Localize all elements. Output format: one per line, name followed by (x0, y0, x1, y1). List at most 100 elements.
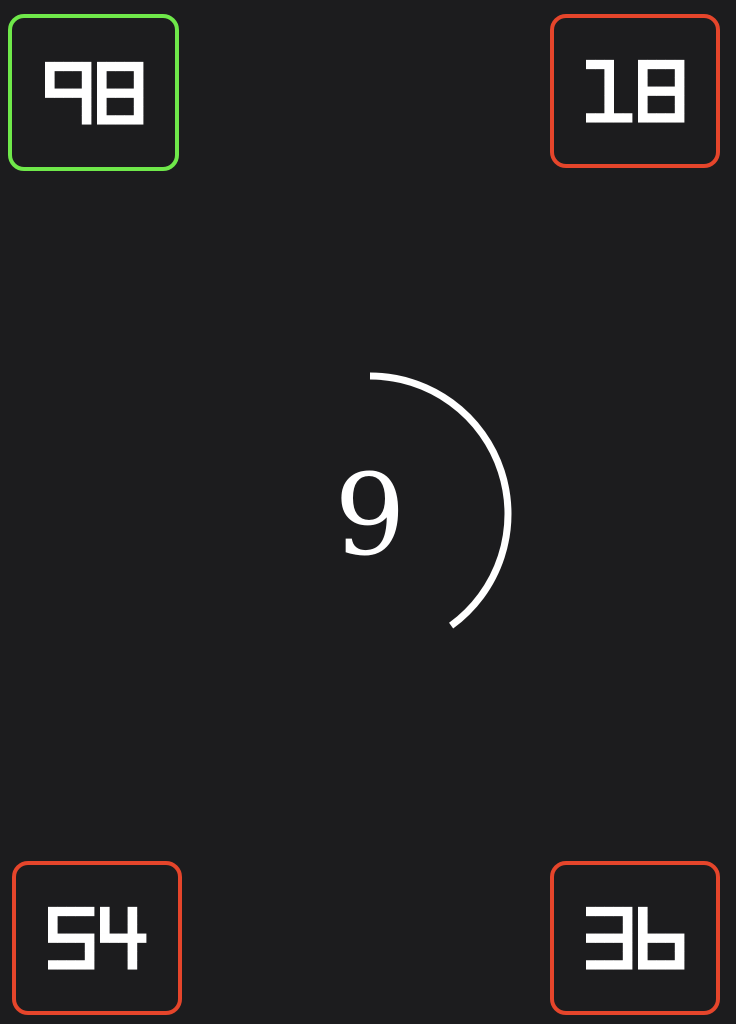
pixel-cell (604, 104, 614, 114)
pixel-cell (136, 933, 147, 943)
pixel-cell (81, 79, 91, 89)
pixel-cell (674, 95, 685, 105)
pixel-cell (114, 61, 125, 71)
pixel-cell (96, 105, 107, 116)
pixel-cell (44, 79, 55, 89)
pixel-cell (613, 906, 624, 917)
question-number: 9 (334, 451, 406, 581)
pixel-cell (100, 906, 110, 917)
pixel-cell (638, 77, 648, 87)
pixel-cell (665, 59, 676, 70)
pixel-cell (604, 906, 614, 917)
pixel-cell (133, 114, 143, 125)
pixel-cell (613, 960, 624, 970)
pixel-cell (75, 933, 86, 943)
answer-value: 18 (554, 18, 555, 19)
pixel-cell (595, 906, 605, 917)
pixel-cell (604, 960, 614, 970)
pixel-cell (604, 59, 614, 70)
pixel-cell (109, 933, 119, 943)
pixel-cell (133, 61, 143, 71)
pixel-cell (674, 104, 685, 114)
pixel-cell (638, 59, 648, 70)
pixel-cell (665, 113, 676, 123)
answer-value: 98 (12, 18, 13, 19)
pixel-cell (638, 86, 648, 96)
pixel-cell (665, 86, 676, 96)
pixel-cell (127, 924, 138, 934)
pixel-cell (638, 906, 648, 917)
pixel-cell (48, 933, 58, 943)
pixel-digits (44, 61, 143, 125)
pixel-cell (48, 906, 58, 917)
pixel-cell (674, 77, 685, 87)
pixel-cell (81, 70, 91, 80)
pixel-cell (595, 960, 605, 970)
pixel-cell (72, 88, 82, 98)
pixel-cell (100, 924, 110, 934)
answer-tile-top-right[interactable]: 18 (550, 14, 720, 168)
pixel-cell (674, 951, 685, 961)
pixel-cell (656, 960, 666, 970)
pixel-cell (127, 915, 138, 926)
pixel-cell (656, 933, 666, 943)
pixel-cell (604, 77, 614, 87)
pixel-cell (638, 933, 648, 943)
pixel-cell (674, 68, 685, 79)
pixel-cell (81, 96, 91, 107)
pixel-cell (638, 95, 648, 105)
pixel-digits (586, 906, 685, 970)
pixel-cell (127, 933, 138, 943)
answer-tile-bottom-left[interactable]: 54 (12, 861, 182, 1015)
pixel-cell (604, 86, 614, 96)
pixel-cell (124, 61, 134, 71)
pixel-cell (84, 942, 95, 952)
pixel-cell (665, 960, 676, 970)
pixel-cell (96, 79, 107, 89)
pixel-cell (57, 933, 67, 943)
pixel-cell (127, 951, 138, 961)
pixel-cell (638, 68, 648, 79)
pixel-cell (586, 960, 596, 970)
pixel-cell (100, 915, 110, 926)
pixel-cell (595, 113, 605, 123)
answer-tile-bottom-right[interactable]: 36 (550, 861, 720, 1015)
pixel-cell (674, 960, 685, 970)
pixel-cell (96, 114, 107, 125)
pixel-cell (114, 88, 125, 98)
pixel-cell (674, 933, 685, 943)
pixel-cell (133, 79, 143, 89)
pixel-cell (674, 942, 685, 952)
pixel-cell (622, 906, 633, 917)
pixel-cell (72, 61, 82, 71)
pixel-cell (133, 96, 143, 107)
pixel-cell (647, 86, 657, 96)
pixel-cell (81, 105, 91, 116)
pixel-cell (81, 61, 91, 71)
pixel-cell (622, 960, 633, 970)
pixel-cell (133, 105, 143, 116)
pixel-cell (622, 924, 633, 934)
pixel-cell (647, 960, 657, 970)
pixel-cell (127, 942, 138, 952)
pixel-cell (656, 86, 666, 96)
answer-value: 54 (16, 865, 17, 866)
question-area: 9 (228, 372, 512, 656)
pixel-cell (53, 61, 64, 71)
game-screen: 98 18 54 36 9 (0, 0, 736, 1024)
pixel-cell (638, 104, 648, 114)
pixel-cell (638, 915, 648, 926)
pixel-cell (127, 960, 138, 970)
pixel-cell (638, 113, 648, 123)
answer-value: 36 (554, 865, 555, 866)
pixel-cell (604, 113, 614, 123)
pixel-cell (613, 113, 624, 123)
pixel-cell (105, 114, 116, 125)
pixel-cell (604, 933, 614, 943)
pixel-cell (622, 933, 633, 943)
pixel-cell (57, 906, 67, 917)
answer-tile-top-left[interactable]: 98 (8, 14, 179, 171)
pixel-cell (647, 113, 657, 123)
pixel-cell (638, 951, 648, 961)
pixel-cell (656, 59, 666, 70)
